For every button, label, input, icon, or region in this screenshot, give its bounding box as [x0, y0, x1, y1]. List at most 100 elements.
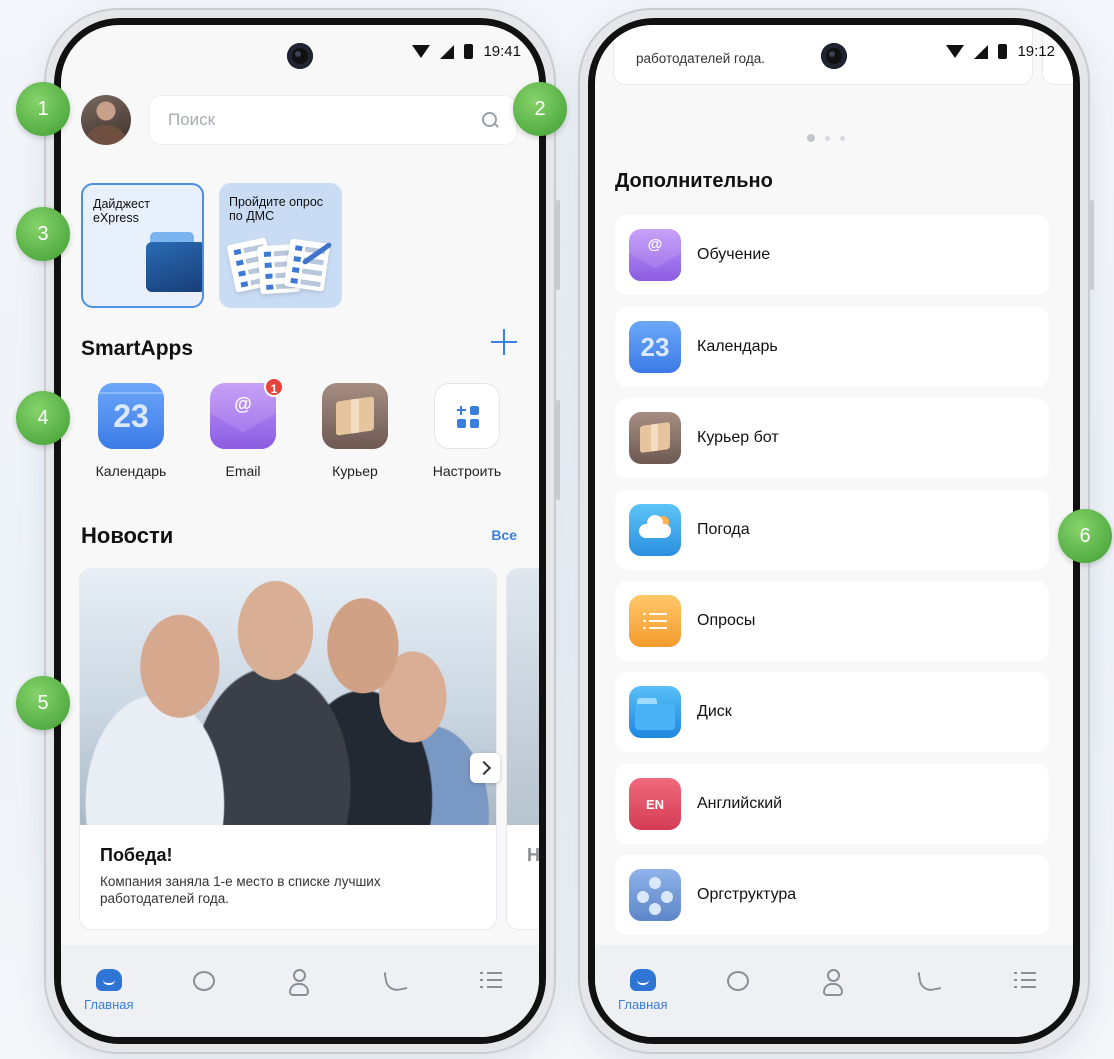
list-item-label: Английский [697, 795, 783, 812]
list-item-label: Погода [697, 521, 750, 538]
calendar-icon: 23 [629, 321, 681, 373]
signal-icon [974, 44, 989, 59]
add-smartapp-icon[interactable] [491, 329, 517, 355]
list-item-label: Диск [697, 703, 732, 720]
tab-more[interactable] [990, 969, 1060, 1019]
grid-plus-icon [434, 383, 500, 449]
book-icon-text: EN [645, 796, 665, 812]
camera-icon [287, 43, 313, 69]
tab-home[interactable]: Главная [74, 969, 144, 1019]
news-card-title: Победа! [100, 845, 173, 865]
tab-calls[interactable] [361, 967, 431, 1019]
tab-chats[interactable] [703, 969, 773, 1019]
tab-contacts[interactable] [799, 969, 869, 1019]
carousel-dots [807, 134, 845, 142]
home-screen: 19:41 Поиск Дайджест eXpress Пройдите оп… [61, 25, 539, 1037]
app-email[interactable]: @ 1 Email [193, 377, 293, 479]
callout-marker-5: 5 [16, 676, 70, 730]
box-icon [629, 412, 681, 464]
callout-marker-1: 1 [16, 82, 70, 136]
news-card[interactable]: Победа! Компания заняла 1-е место в спис… [79, 568, 497, 930]
tab-calls[interactable] [895, 967, 965, 1019]
unread-badge: 1 [264, 377, 284, 397]
story-digest[interactable]: Дайджест eXpress [81, 183, 204, 308]
search-input[interactable]: Поиск [149, 95, 517, 145]
story-title: Пройдите опрос по ДМС [229, 195, 324, 223]
calendar-number: 23 [640, 331, 670, 362]
box-icon [322, 383, 388, 449]
avatar[interactable] [81, 95, 131, 145]
news-card-next[interactable]: Н [506, 568, 539, 930]
search-placeholder: Поиск [168, 110, 216, 129]
power-button [556, 400, 560, 500]
list-item-disk[interactable]: Диск [615, 672, 1049, 752]
app-courier[interactable]: Курьер [305, 383, 405, 479]
volume-button [1090, 200, 1094, 290]
battery-icon [998, 44, 1008, 59]
tab-home-label: Главная [84, 997, 134, 1012]
chat-icon [727, 971, 750, 991]
list-item-english[interactable]: EN Английский [615, 764, 1049, 844]
status-bar: 19:41 [61, 25, 539, 77]
tab-contacts[interactable] [265, 969, 335, 1019]
camera-icon [821, 43, 847, 69]
contacts-icon [287, 969, 313, 996]
story-survey[interactable]: Пройдите опрос по ДМС [219, 183, 342, 308]
story-title: Дайджест eXpress [93, 197, 150, 225]
callout-marker-6: 6 [1058, 509, 1112, 563]
survey-icon [629, 595, 681, 647]
list-icon [480, 972, 503, 990]
status-bar: 19:12 [595, 25, 1073, 77]
list-item-label: Опросы [697, 612, 756, 629]
wifi-icon [946, 45, 965, 58]
status-time: 19:12 [1017, 43, 1055, 60]
list-item-org-structure[interactable]: Оргструктура [615, 855, 1049, 935]
home-icon [629, 969, 656, 991]
search-icon[interactable] [482, 112, 498, 128]
phone-icon [382, 967, 409, 993]
home-screen-scrolled: работодателей года. 19:12 Дополнительно … [595, 25, 1073, 1037]
chat-icon [193, 971, 216, 991]
app-label: Настроить [432, 463, 502, 479]
tab-more[interactable] [456, 969, 526, 1019]
wifi-icon [412, 45, 431, 58]
tab-home-label: Главная [618, 997, 668, 1012]
news-peek-letter: Н [527, 845, 539, 865]
battery-icon [464, 44, 474, 59]
home-icon [95, 969, 122, 991]
app-setup[interactable]: Настроить [417, 383, 517, 479]
contacts-icon [821, 969, 847, 996]
calendar-number: 23 [113, 397, 149, 434]
tab-home[interactable]: Главная [608, 969, 678, 1019]
callout-marker-4: 4 [16, 391, 70, 445]
callout-marker-3: 3 [16, 207, 70, 261]
phone-left: 19:41 Поиск Дайджест eXpress Пройдите оп… [44, 8, 560, 1054]
phone-right: работодателей года. 19:12 Дополнительно … [578, 8, 1094, 1054]
list-item-surveys[interactable]: Опросы [615, 581, 1049, 661]
list-item-label: Календарь [697, 338, 778, 355]
list-item-label: Курьер бот [697, 429, 779, 446]
calendar-icon: 23 [98, 383, 164, 449]
news-all-link[interactable]: Все [491, 527, 517, 543]
chevron-right-icon[interactable] [470, 753, 500, 783]
mail-icon: @ [629, 229, 681, 281]
status-time: 19:41 [483, 43, 521, 60]
signal-icon [440, 44, 455, 59]
book-icon: EN [629, 778, 681, 830]
list-item-calendar[interactable]: 23 Календарь [615, 307, 1049, 387]
org-structure-icon [629, 869, 681, 921]
weather-icon [629, 504, 681, 556]
list-item-training[interactable]: @ Обучение [615, 215, 1049, 295]
folder-icon [629, 686, 681, 738]
app-label: Email [225, 463, 261, 479]
folder-icon [146, 232, 202, 292]
tab-chats[interactable] [169, 969, 239, 1019]
list-item-courier-bot[interactable]: Курьер бот [615, 398, 1049, 478]
list-item-weather[interactable]: Погода [615, 490, 1049, 570]
list-item-label: Оргструктура [697, 886, 797, 903]
news-photo [80, 569, 496, 825]
phone-icon [916, 967, 943, 993]
callout-marker-2: 2 [513, 82, 567, 136]
app-label: Календарь [95, 463, 167, 479]
app-calendar[interactable]: 23 Календарь [81, 383, 181, 479]
